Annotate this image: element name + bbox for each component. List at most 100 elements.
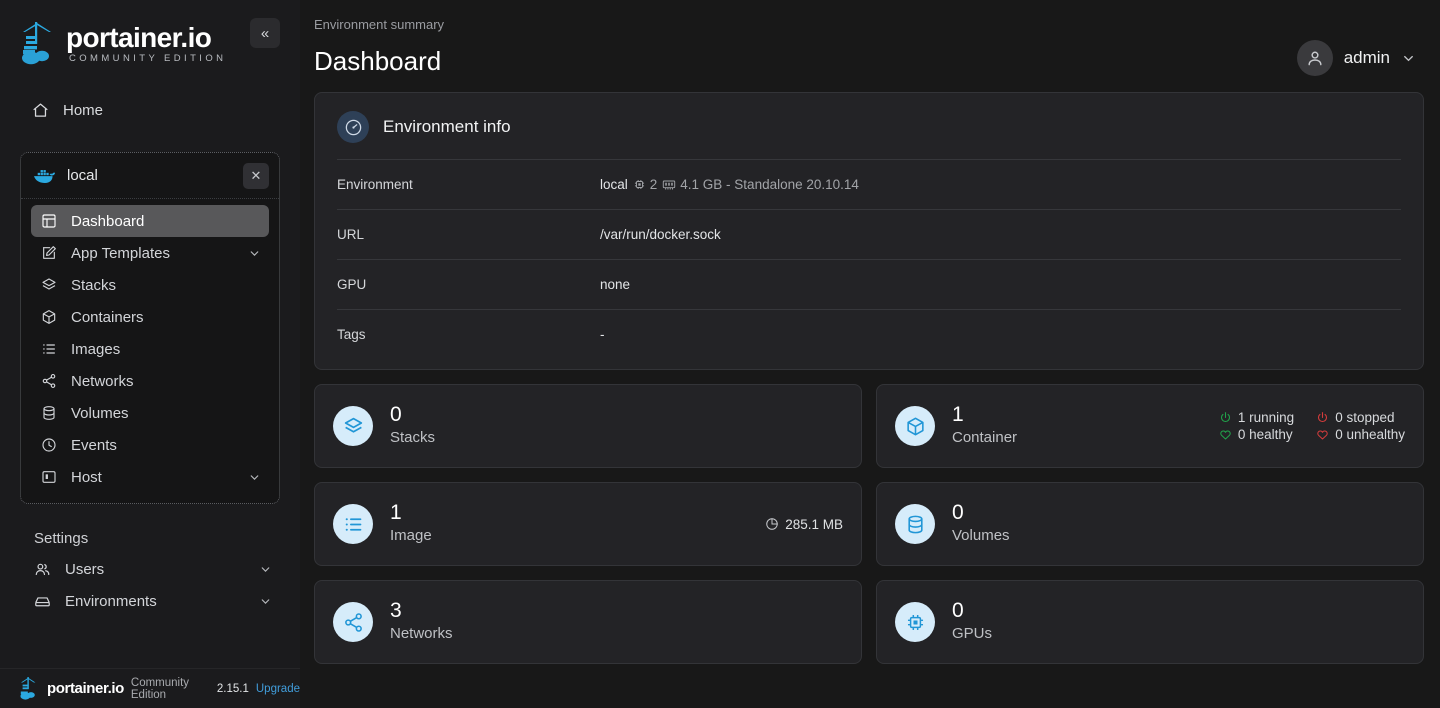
status-badge-stopped: 0 stopped [1316,410,1405,425]
stat-card-volumes[interactable]: 0 Volumes [876,482,1424,566]
stat-card-networks[interactable]: 3 Networks [314,580,862,664]
sidebar-item-users[interactable]: Users [20,553,280,585]
sidebar-item-containers[interactable]: Containers [31,301,269,333]
stat-row: 0 Stacks 1 Container [314,384,1424,468]
portainer-crane-logo-icon [18,20,58,68]
memory-and-version: 4.1 GB - Standalone 20.10.14 [680,177,859,192]
cube-icon [41,309,57,325]
status-badge-label: 0 stopped [1335,410,1394,425]
list-icon [41,341,57,357]
stats-grid: 0 Stacks 1 Container [314,384,1424,664]
status-badge-running: 1 running [1219,410,1294,425]
footer-version: 2.15.1 [217,683,249,695]
environment-info-title: Environment info [383,117,511,137]
chevron-double-left-icon[interactable]: « [250,18,280,48]
settings-section-title: Settings [0,504,300,553]
sidebar-item-label: Events [71,437,261,454]
info-key: Tags [337,327,600,342]
sidebar-item-networks[interactable]: Networks [31,365,269,397]
cpu-chip-icon [895,602,935,642]
chevron-down-icon[interactable] [259,595,272,608]
user-menu[interactable]: admin [1297,40,1416,76]
status-badge-label: 0 unhealthy [1335,427,1405,442]
stat-text: 0 GPUs [952,599,1405,645]
sidebar-item-label: Dashboard [71,213,261,230]
clock-icon [41,437,57,453]
chevron-down-icon[interactable] [1401,51,1416,66]
sidebar-item-label: Stacks [71,277,261,294]
environment-header: local ✕ [21,153,279,199]
upgrade-link[interactable]: Upgrade [256,683,300,695]
user-avatar-icon [1297,40,1333,76]
footer-edition: Community Edition [131,677,210,701]
dashboard-layout-icon [41,213,57,229]
brand-header: portainer.io COMMUNITY EDITION « [0,0,300,70]
image-size: 285.1 MB [765,517,843,532]
share-network-icon [333,602,373,642]
user-name: admin [1344,48,1390,68]
status-badge-unhealthy: 0 unhealthy [1316,427,1405,442]
sidebar-item-events[interactable]: Events [31,429,269,461]
stat-label: Container [952,427,1219,449]
sidebar-item-label: Host [71,469,234,486]
sidebar-item-volumes[interactable]: Volumes [31,397,269,429]
stat-label: Networks [390,623,843,645]
breadcrumb: Environment summary [314,16,1297,34]
stat-row: 3 Networks 0 [314,580,1424,664]
chevron-down-icon[interactable] [248,247,261,260]
info-key: URL [337,227,600,242]
stat-label: GPUs [952,623,1405,645]
chevron-down-icon[interactable] [248,471,261,484]
stat-count: 0 [952,501,1405,525]
stat-card-gpus[interactable]: 0 GPUs [876,580,1424,664]
sidebar-item-host[interactable]: Host [31,461,269,493]
brand-subtitle: COMMUNITY EDITION [66,53,226,65]
stat-card-image[interactable]: 1 Image 285.1 MB [314,482,862,566]
environment-info-header: Environment info [337,111,1401,159]
stat-text: 0 Volumes [952,501,1405,547]
info-value: none [600,277,630,292]
main-content: Environment summary Dashboard admin [300,0,1440,708]
box-icon [34,593,51,610]
stat-card-stacks[interactable]: 0 Stacks [314,384,862,468]
memory-info: 4.1 GB - Standalone 20.10.14 [662,177,859,192]
sidebar-item-images[interactable]: Images [31,333,269,365]
sidebar-nav-list: Dashboard App Templates [21,199,279,503]
sidebar-item-dashboard[interactable]: Dashboard [31,205,269,237]
close-icon[interactable]: ✕ [243,163,269,189]
header-titles: Environment summary Dashboard [314,16,1297,77]
sidebar-item-home[interactable]: Home [0,90,300,130]
sidebar-item-label: Networks [71,373,261,390]
server-icon [41,469,57,485]
sidebar-item-environments[interactable]: Environments [20,585,280,617]
sidebar-item-label: Users [65,561,245,578]
chevron-down-icon[interactable] [259,563,272,576]
status-badge-healthy: 0 healthy [1219,427,1294,442]
settings-nav-list: Users Environments [0,553,300,617]
stat-count: 0 [390,403,843,427]
power-icon [1219,411,1232,424]
sidebar-item-app-templates[interactable]: App Templates [31,237,269,269]
cpu-info: 2 [633,177,658,192]
stat-count: 3 [390,599,843,623]
sidebar: portainer.io COMMUNITY EDITION « Home [0,0,300,708]
page-title: Dashboard [314,46,1297,77]
sidebar-item-label: Volumes [71,405,261,422]
users-icon [34,561,51,578]
environment-value: local [600,177,628,192]
sidebar-item-stacks[interactable]: Stacks [31,269,269,301]
layers-icon [41,277,57,293]
heart-icon [1316,428,1329,441]
info-key: GPU [337,277,600,292]
info-value: local 2 [600,177,859,192]
stat-row: 1 Image 285.1 MB [314,482,1424,566]
environment-name: local [67,167,231,184]
environment-panel: local ✕ Dashboard [20,152,280,504]
cpu-chip-icon [633,178,646,191]
stat-text: 0 Stacks [390,403,843,449]
stat-count: 1 [952,403,1219,427]
sidebar-footer: portainer.io Community Edition 2.15.1 Up… [0,668,300,708]
stat-card-container[interactable]: 1 Container 1 running [876,384,1424,468]
home-icon [32,102,49,119]
info-row-url: URL /var/run/docker.sock [337,209,1401,259]
